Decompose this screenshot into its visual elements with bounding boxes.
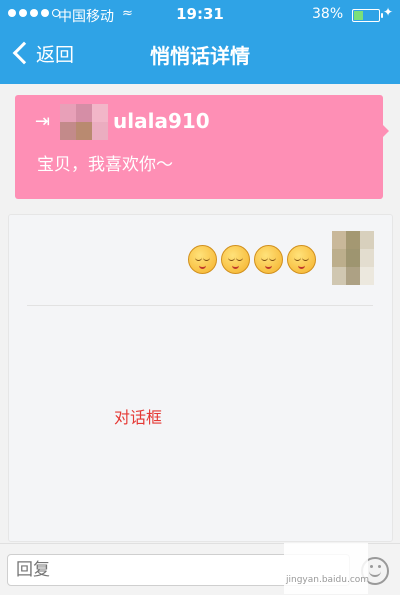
top-bar: 中国移动 ≈ 19:31 38% ✦ 返回 悄悄话详情 (0, 0, 400, 84)
dialog-annotation: 对话框 (114, 408, 163, 427)
page-title: 悄悄话详情 (150, 44, 250, 68)
smiley-emoji-icon (188, 245, 217, 274)
smiley-emoji-icon (221, 245, 250, 274)
card-pointer (383, 125, 389, 137)
battery-icon (352, 9, 383, 22)
divider (27, 305, 373, 306)
battery-percent: 38% (312, 6, 344, 22)
smiley-emoji-icon (254, 245, 283, 274)
watermark: jingyan.baidu.com (284, 543, 369, 594)
message-card[interactable]: ⇥ ulala910 宝贝，我喜欢你～ (15, 95, 389, 199)
sender-username[interactable]: ulala910 (113, 109, 210, 133)
dialog-box: 对话框 (8, 214, 393, 542)
emoji-reply (188, 245, 316, 274)
smiley-emoji-icon (287, 245, 316, 274)
message-text: 宝贝，我喜欢你～ (37, 155, 173, 175)
replier-avatar[interactable] (332, 231, 374, 285)
sender-avatar[interactable] (60, 104, 108, 140)
bluetooth-icon: ✦ (383, 5, 394, 19)
exit-icon: ⇥ (35, 111, 51, 132)
status-bar: 中国移动 ≈ 19:31 38% ✦ (0, 0, 400, 30)
